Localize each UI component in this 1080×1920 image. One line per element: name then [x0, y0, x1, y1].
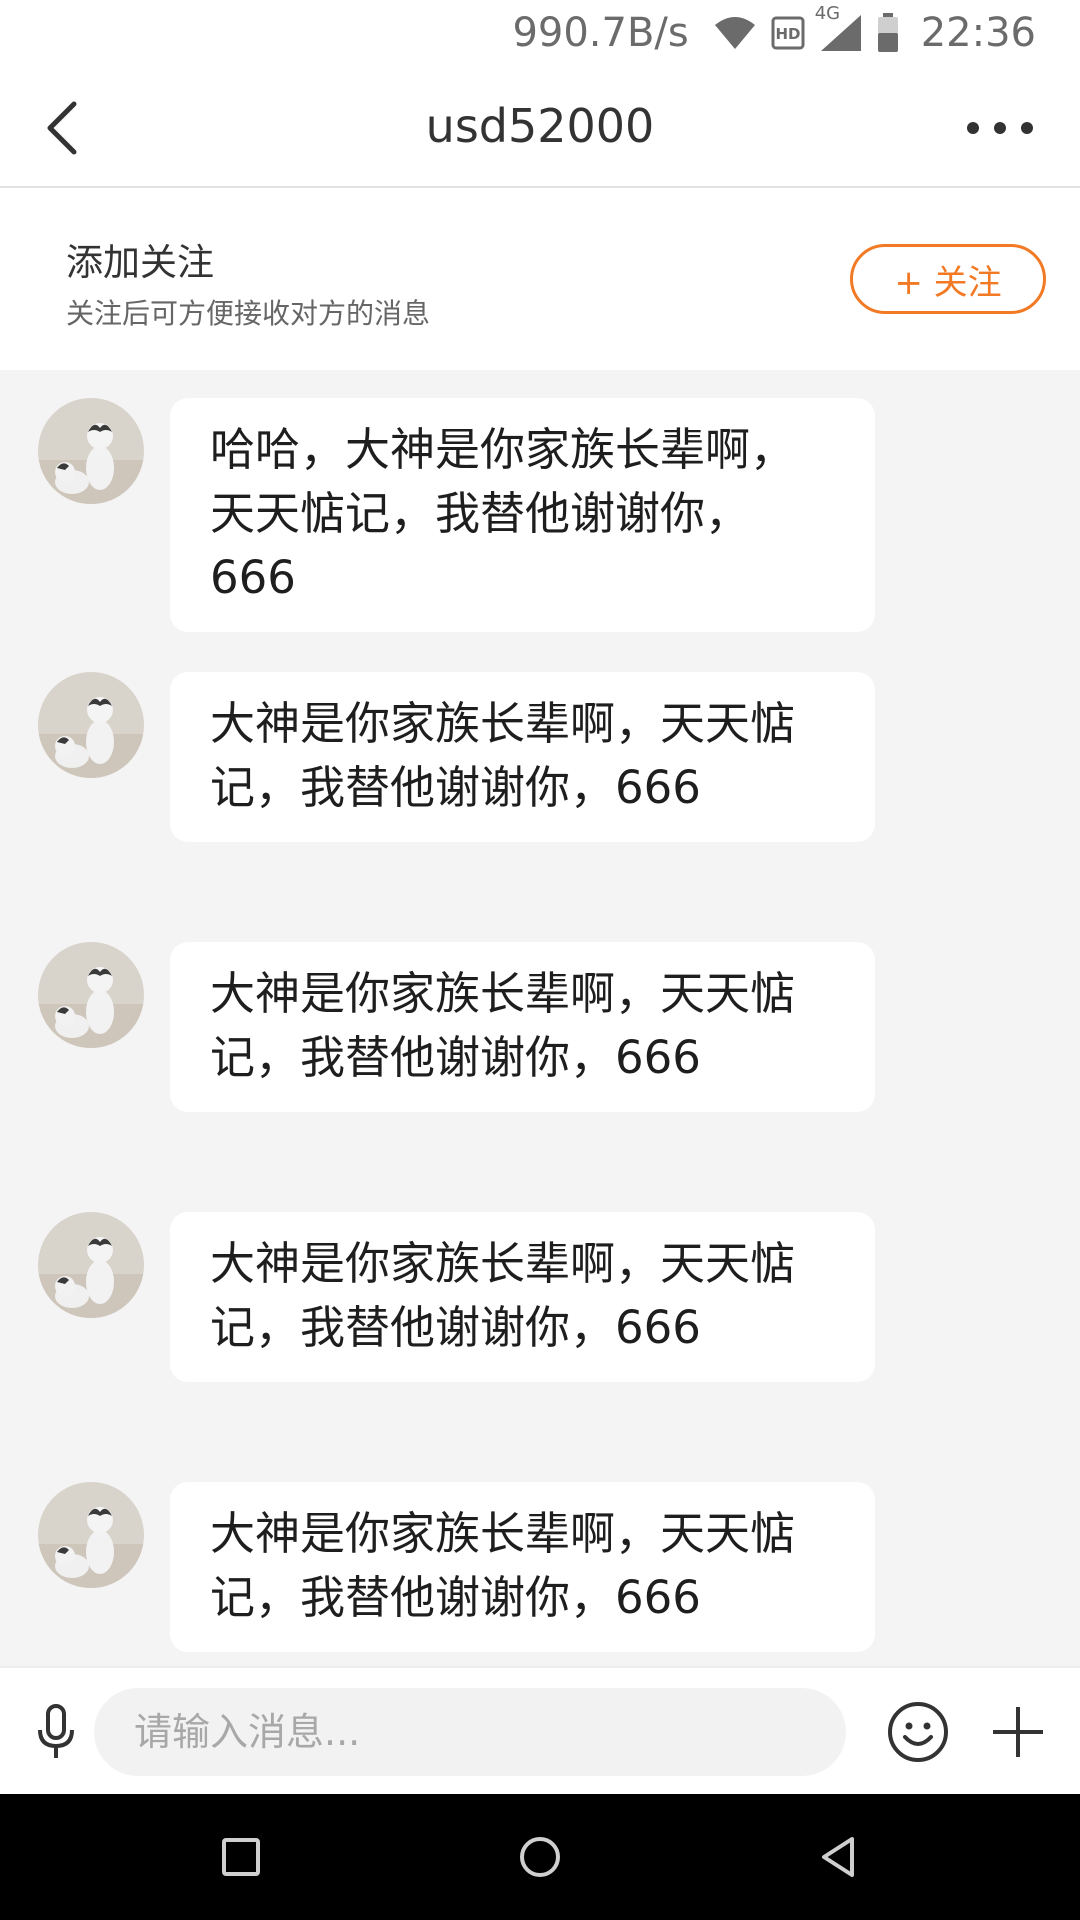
chat-messages[interactable]: 哈哈，大神是你家族长辈啊，天天惦记，我替他谢谢你，666 大神是你家族长辈啊，天… — [0, 370, 1080, 1666]
battery-icon — [877, 13, 899, 53]
wifi-icon — [713, 15, 757, 51]
message-bubble[interactable]: 大神是你家族长辈啊，天天惦记，我替他谢谢你，666 — [170, 1482, 875, 1652]
avatar[interactable] — [38, 398, 144, 504]
follow-banner: 添加关注 关注后可方便接收对方的消息 + 关注 — [0, 188, 1080, 370]
cat-avatar-icon — [38, 1482, 144, 1588]
hd-badge-text: HD — [775, 25, 800, 43]
more-button[interactable] — [950, 88, 1050, 168]
cat-avatar-icon — [38, 672, 144, 778]
more-actions-button[interactable] — [976, 1690, 1060, 1774]
recents-icon — [222, 1838, 260, 1876]
message-bubble[interactable]: 哈哈，大神是你家族长辈啊，天天惦记，我替他谢谢你，666 — [170, 398, 875, 632]
back-icon — [822, 1837, 854, 1877]
message-bubble[interactable]: 大神是你家族长辈啊，天天惦记，我替他谢谢你，666 — [170, 672, 875, 842]
input-bar — [0, 1666, 1080, 1794]
cat-avatar-icon — [38, 398, 144, 504]
message-bubble[interactable]: 大神是你家族长辈啊，天天惦记，我替他谢谢你，666 — [170, 1212, 875, 1382]
plus-icon — [993, 1707, 1043, 1757]
more-dots-icon — [967, 122, 1033, 134]
chat-title: usd52000 — [425, 99, 655, 153]
network-speed: 990.7B/s — [512, 10, 689, 56]
network-type-label: 4G — [814, 3, 841, 24]
cat-avatar-icon — [38, 942, 144, 1048]
follow-button[interactable]: + 关注 — [850, 244, 1046, 314]
message-bubble[interactable]: 大神是你家族长辈啊，天天惦记，我替他谢谢你，666 — [170, 942, 875, 1112]
avatar[interactable] — [38, 672, 144, 778]
clock: 22:36 — [920, 10, 1036, 56]
avatar[interactable] — [38, 942, 144, 1048]
voice-button[interactable] — [16, 1690, 96, 1774]
home-icon — [520, 1837, 560, 1877]
signal-icon: 4G — [815, 3, 863, 53]
navigation-bar — [0, 1794, 1080, 1920]
cat-avatar-icon — [38, 1212, 144, 1318]
avatar[interactable] — [38, 1482, 144, 1588]
chat-header: usd52000 — [0, 66, 1080, 188]
microphone-icon — [38, 1704, 74, 1758]
emoji-icon — [888, 1702, 948, 1762]
emoji-button[interactable] — [876, 1690, 960, 1774]
avatar[interactable] — [38, 1212, 144, 1318]
home-button[interactable] — [500, 1817, 580, 1897]
message-input[interactable] — [94, 1688, 846, 1776]
status-bar: 990.7B/s HD 4G 22:36 — [0, 0, 1080, 66]
system-back-button[interactable] — [798, 1817, 878, 1897]
hd-icon: HD — [771, 15, 805, 51]
follow-subtitle: 关注后可方便接收对方的消息 — [66, 297, 431, 330]
follow-title: 添加关注 — [66, 241, 214, 284]
recents-button[interactable] — [201, 1817, 281, 1897]
